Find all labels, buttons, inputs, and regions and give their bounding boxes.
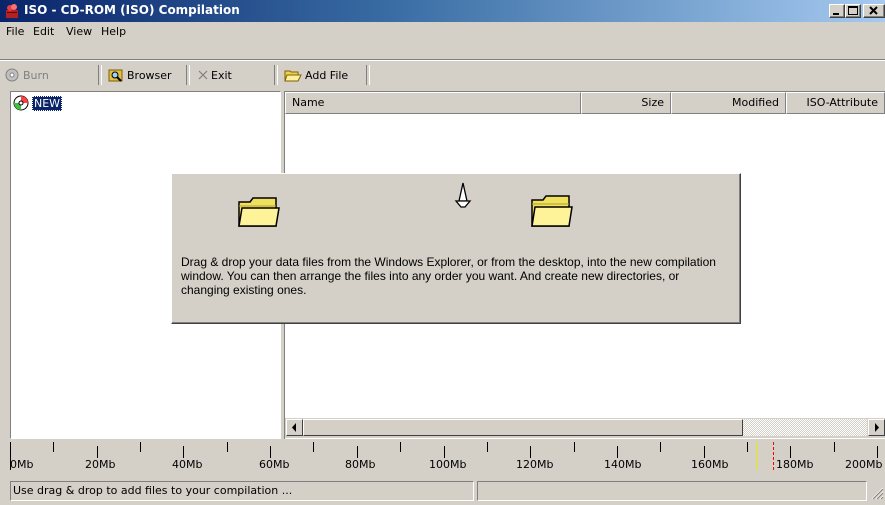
status-text: Use drag & drop to add files to your com… (10, 481, 474, 501)
ruler-tick (53, 442, 54, 452)
column-name[interactable]: Name (285, 92, 581, 114)
status-panel-secondary (477, 481, 867, 501)
ruler-label-100: 100Mb (429, 458, 467, 471)
tree-root-node[interactable]: NEW (13, 95, 63, 111)
ruler-tick (140, 442, 141, 452)
minimize-button[interactable] (829, 4, 845, 18)
ruler-tick (270, 446, 271, 458)
ruler-tick (227, 442, 228, 452)
ruler-tick (530, 446, 531, 458)
drag-drop-hint-panel: Drag & drop your data files from the Win… (171, 173, 741, 324)
cd-icon (13, 95, 29, 111)
ruler-tick (313, 442, 314, 452)
ruler-tick (834, 442, 835, 452)
horizontal-scrollbar[interactable] (285, 418, 885, 438)
scroll-right-button[interactable] (868, 419, 885, 436)
menu-help[interactable]: Help (101, 25, 126, 38)
ruler-tick (660, 442, 661, 452)
maximize-icon (848, 6, 858, 15)
menu-edit[interactable]: Edit (33, 25, 54, 38)
ruler-tick (444, 446, 445, 458)
ruler-label-140: 140Mb (604, 458, 642, 471)
arrow-right-icon (875, 423, 879, 432)
exit-label: Exit (211, 68, 232, 82)
ruler-tick (357, 446, 358, 458)
scroll-track[interactable] (743, 419, 867, 436)
capacity-ruler: 0Mb 20Mb 40Mb 60Mb 80Mb 100Mb 120Mb 140M… (10, 442, 885, 480)
capacity-marker (773, 442, 774, 470)
source-folder-icon (238, 197, 280, 227)
toolbar-divider (0, 59, 885, 61)
browser-button[interactable]: Browser (108, 66, 172, 84)
magnifier-icon (108, 69, 123, 82)
menu-bar: File Edit View Help (0, 22, 885, 42)
open-folder-icon (284, 70, 302, 82)
ruler-tick (97, 446, 98, 458)
maximize-button[interactable] (845, 4, 861, 18)
target-folder-icon (531, 195, 573, 227)
ruler-label-160: 160Mb (691, 458, 729, 471)
ruler-tick (574, 442, 575, 452)
scroll-left-button[interactable] (286, 419, 303, 436)
burn-button[interactable]: Burn (4, 66, 49, 84)
column-iso-attribute[interactable]: ISO-Attribute (786, 92, 885, 114)
close-button[interactable] (863, 4, 885, 18)
drag-pointer-icon (454, 182, 472, 208)
app-icon (6, 4, 18, 18)
ruler-tick (400, 442, 401, 452)
ruler-tick (704, 446, 705, 458)
toolbar: Burn Browser Exit Add File (0, 62, 885, 88)
ruler-tick (183, 446, 184, 458)
add-file-label: Add File (305, 68, 349, 82)
ruler-tick (10, 446, 11, 458)
ruler-tick (790, 446, 791, 458)
toolbar-separator (274, 65, 278, 85)
ruler-label-200: 200Mb (845, 458, 883, 471)
ruler-label-20: 20Mb (85, 458, 116, 471)
ruler-label-80: 80Mb (345, 458, 376, 471)
ruler-label-120: 120Mb (516, 458, 554, 471)
tree-root-label: NEW (32, 95, 63, 111)
burn-label: Burn (23, 68, 49, 82)
ruler-tick (617, 446, 618, 458)
minimize-icon (833, 13, 839, 15)
arrow-left-icon (292, 423, 296, 432)
menu-view[interactable]: View (66, 25, 92, 38)
ruler-label-40: 40Mb (172, 458, 203, 471)
toolbar-separator (98, 65, 102, 85)
window-title: ISO - CD-ROM (ISO) Compilation (24, 3, 240, 17)
menu-file[interactable]: File (6, 25, 24, 38)
list-header: Name Size Modified ISO-Attribute (285, 92, 885, 114)
exit-button[interactable]: Exit (198, 66, 232, 84)
scroll-thumb[interactable] (303, 419, 743, 436)
column-size[interactable]: Size (581, 92, 671, 114)
close-x-icon (198, 70, 208, 80)
column-modified[interactable]: Modified (671, 92, 786, 114)
browser-label: Browser (127, 68, 172, 82)
limit-marker (756, 442, 757, 470)
ruler-tick (487, 442, 488, 452)
toolbar-separator (366, 65, 370, 85)
ruler-label-180: 180Mb (776, 458, 814, 471)
ruler-label-60: 60Mb (259, 458, 290, 471)
ruler-label-0: 0Mb (10, 458, 34, 471)
resize-grip-icon[interactable] (868, 484, 884, 500)
burn-icon (5, 68, 19, 82)
add-file-button[interactable]: Add File (284, 66, 348, 84)
ruler-tick (747, 442, 748, 452)
toolbar-separator (186, 65, 190, 85)
close-icon (869, 6, 878, 15)
ruler-tick (877, 446, 878, 458)
hint-text: Drag & drop your data files from the Win… (181, 255, 716, 297)
